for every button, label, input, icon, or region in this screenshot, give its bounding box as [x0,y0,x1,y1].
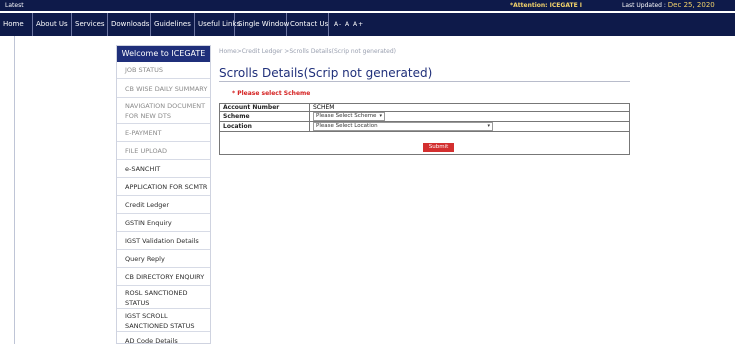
nav-downloads[interactable]: Downloads [108,13,151,36]
sidebar-item-application-scmtr[interactable]: APPLICATION FOR SCMTR [117,179,210,196]
last-updated-date: Dec 25, 2020 [667,1,715,9]
last-updated: Last Updated : Dec 25, 2020 [622,0,715,11]
sidebar-menu: Welcome to ICEGATE JOB STATUS CB WISE DA… [116,45,211,344]
form-row-scheme: Scheme Please Select Scheme ▾ [219,111,630,122]
nav-services[interactable]: Services [72,13,108,36]
submit-button[interactable]: Submit [423,143,454,152]
top-info-bar: Latest *Attention: ICEGATE I Last Update… [0,0,735,11]
sidebar-item-job-status[interactable]: JOB STATUS [117,62,210,79]
scheme-select[interactable]: Please Select Scheme ▾ [313,112,385,121]
location-label: Location [219,121,310,132]
main-nav: Home About Us Services Downloads Guideli… [0,13,735,36]
account-number-value: SCHEM [309,103,630,112]
font-size-controls[interactable]: A- A A+ [334,13,364,36]
page-title: Scrolls Details(Scrip not generated) [219,66,433,80]
required-message: * Please select Scheme [232,90,311,97]
sidebar-item-file-upload[interactable]: FILE UPLOAD [117,143,210,160]
scheme-select-value: Please Select Scheme [316,113,377,119]
sidebar-item-ad-code-details[interactable]: AD Code Details [117,333,210,343]
sidebar-welcome: Welcome to ICEGATE [117,46,210,62]
attention-notice[interactable]: *Attention: ICEGATE I [510,0,582,11]
sidebar-item-cb-directory-enquiry[interactable]: CB DIRECTORY ENQUIRY [117,269,210,286]
nav-useful-links[interactable]: Useful Links [195,13,240,36]
left-edge-panel [0,36,15,344]
nav-home[interactable]: Home [0,13,33,36]
location-cell: Please Select Location ▾ [309,121,630,132]
sidebar-item-query-reply[interactable]: Query Reply [117,251,210,268]
sidebar-item-credit-ledger[interactable]: Credit Ledger [117,197,210,214]
location-select[interactable]: Please Select Location ▾ [313,122,493,131]
sidebar-item-rosl-sanctioned[interactable]: ROSL SANCTIONED STATUS [117,287,210,309]
sidebar-item-e-payment[interactable]: E-PAYMENT [117,125,210,142]
last-updated-label: Last Updated : [622,2,666,9]
location-select-value: Please Select Location [316,123,378,129]
breadcrumb[interactable]: Home>Credit Ledger >Scrolls Details(Scri… [219,48,396,55]
scroll-form-table: Account Number SCHEM Scheme Please Selec… [219,103,630,132]
title-divider [219,81,630,82]
sidebar-item-navigation-document[interactable]: NAVIGATION DOCUMENT FOR NEW DTS [117,99,210,124]
nav-guidelines[interactable]: Guidelines [151,13,195,36]
account-number-label: Account Number [219,103,310,112]
nav-contact-us[interactable]: Contact Us [287,13,329,36]
sidebar-item-gstin-enquiry[interactable]: GSTIN Enquiry [117,215,210,232]
form-row-location: Location Please Select Location ▾ [219,121,630,132]
sidebar-item-e-sanchit[interactable]: e-SANCHIT [117,161,210,178]
scheme-label: Scheme [219,111,310,122]
sidebar-item-cb-wise-daily-summary[interactable]: CB WISE DAILY SUMMARY [117,80,210,98]
form-row-account: Account Number SCHEM [219,103,630,112]
latest-label: Latest [5,2,24,9]
sidebar-item-igst-validation[interactable]: IGST Validation Details [117,233,210,250]
scheme-cell: Please Select Scheme ▾ [309,111,630,122]
chevron-down-icon: ▾ [487,123,490,129]
nav-about-us[interactable]: About Us [33,13,72,36]
chevron-down-icon: ▾ [379,113,382,119]
nav-single-window[interactable]: Single Window [235,13,289,36]
sidebar-item-igst-scroll-sanctioned[interactable]: IGST SCROLL SANCTIONED STATUS [117,310,210,332]
